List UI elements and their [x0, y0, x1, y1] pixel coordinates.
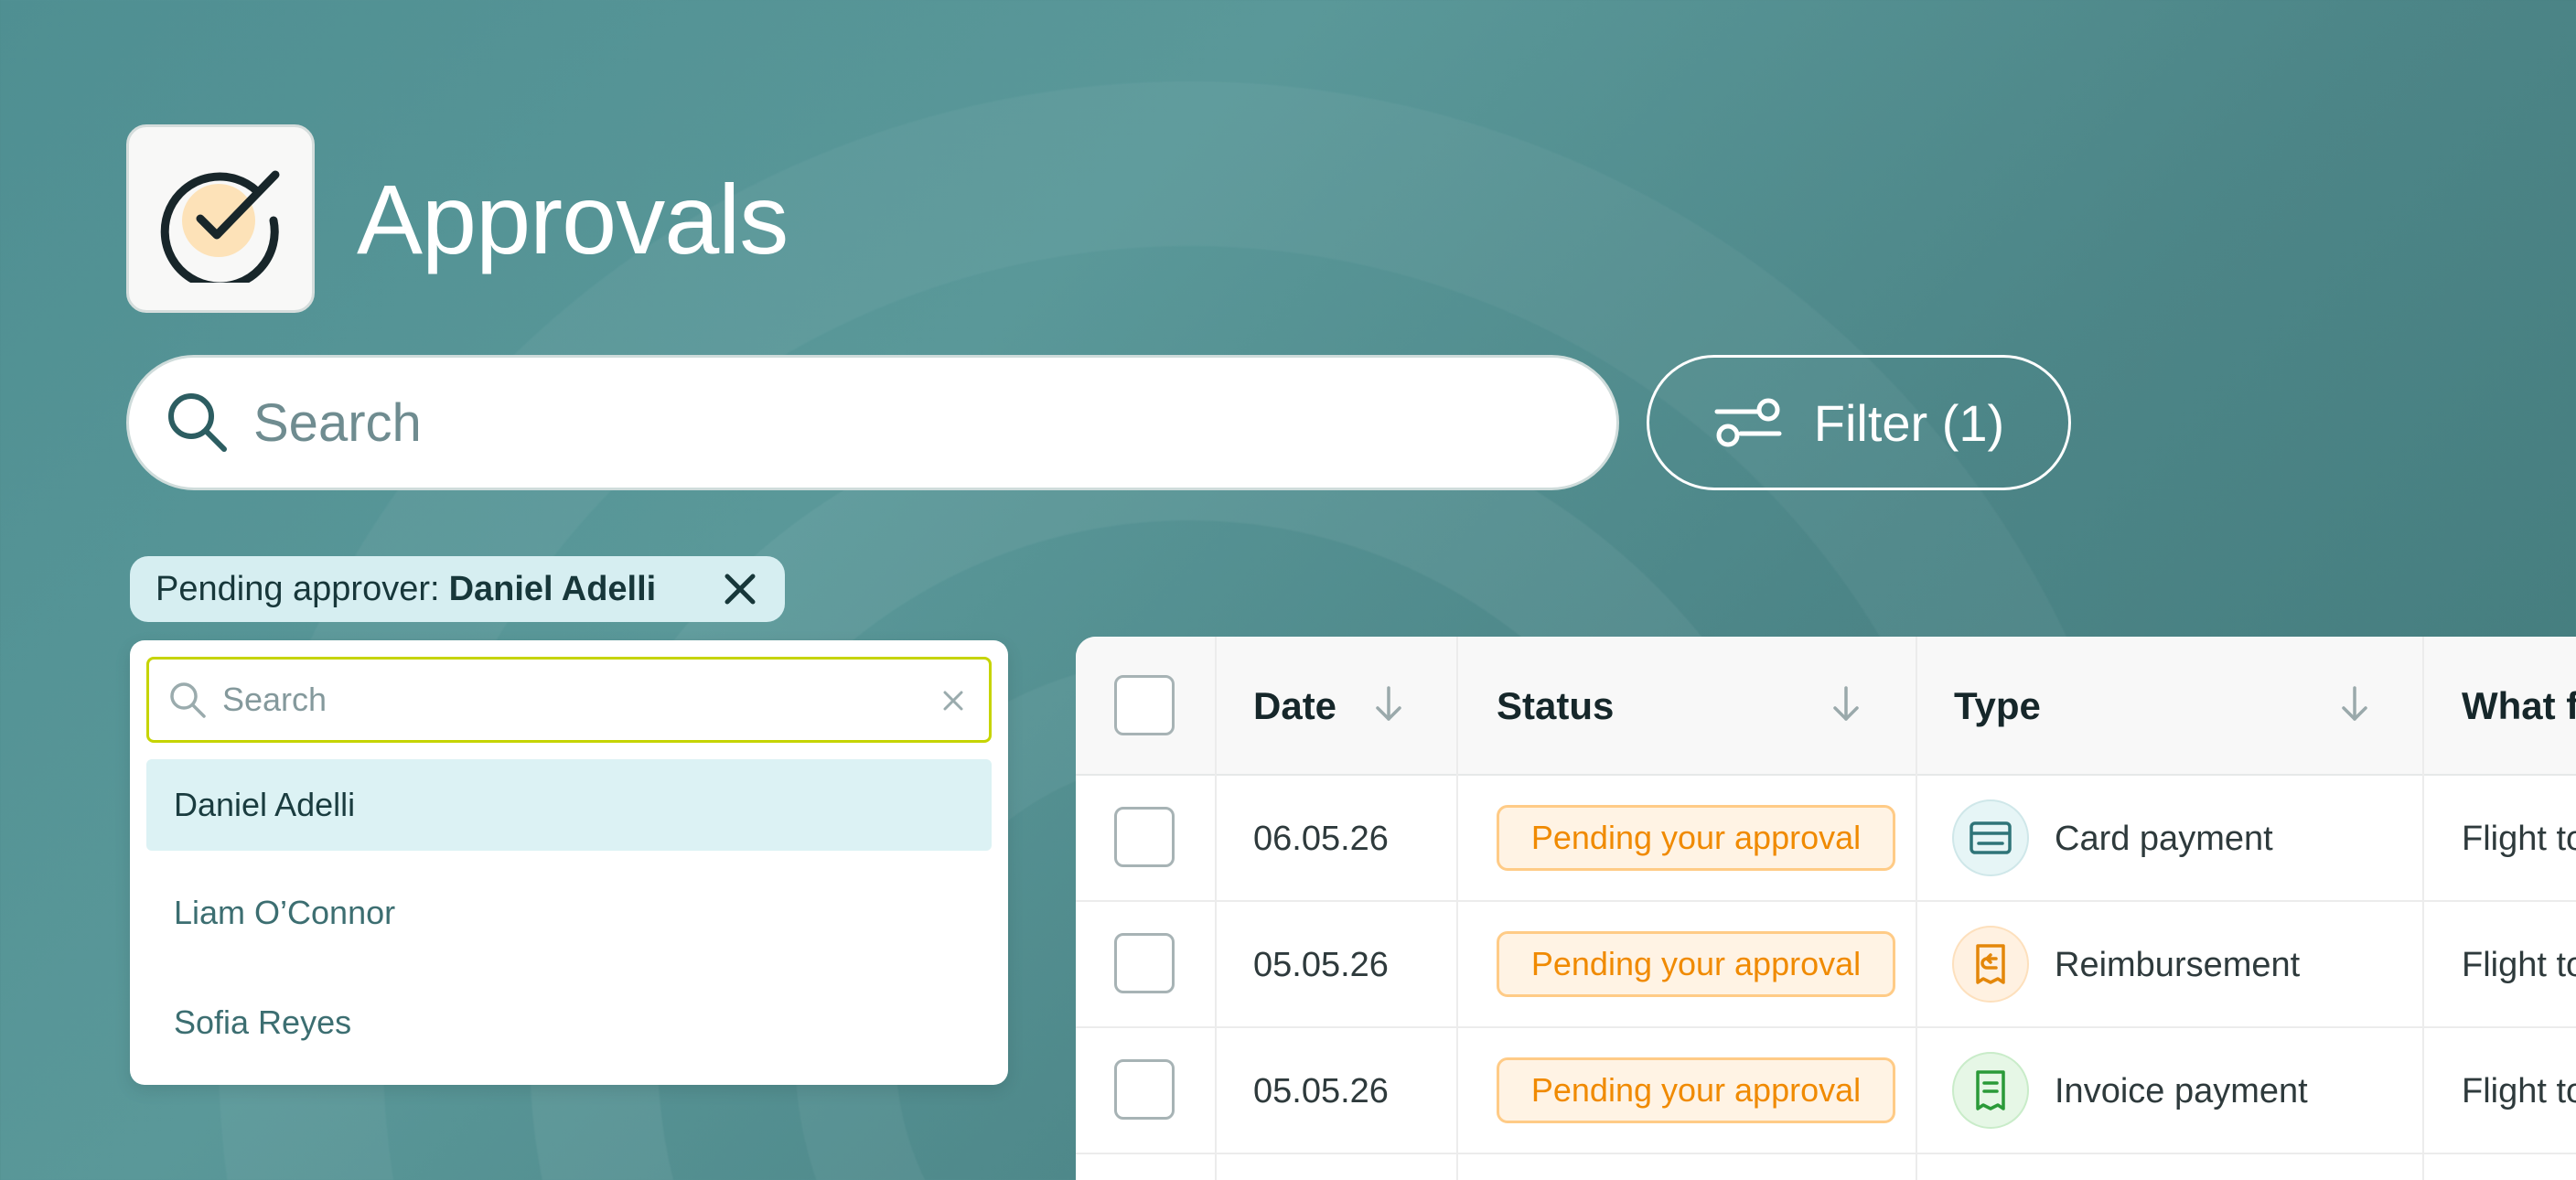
status-badge: Pending your approval — [1497, 805, 1895, 871]
row-type: Reimbursement — [2055, 946, 2301, 984]
clear-icon[interactable] — [939, 687, 967, 714]
row-what-for: Flight to — [2462, 820, 2576, 858]
sort-arrow-icon[interactable] — [2336, 684, 2373, 724]
row-checkbox[interactable] — [1114, 933, 1175, 993]
dropdown-option-label: Liam O’Connor — [174, 894, 396, 931]
row-type: Invoice payment — [2055, 1072, 2308, 1110]
column-divider — [2422, 637, 2424, 1180]
sort-arrow-icon[interactable] — [1828, 684, 1864, 724]
chip-value: Daniel Adelli — [448, 569, 657, 608]
row-date: 06.05.26 — [1253, 820, 1389, 858]
column-divider — [1916, 637, 1917, 1180]
invoice-icon — [1952, 1052, 2029, 1129]
row-checkbox[interactable] — [1114, 1059, 1175, 1120]
select-all-checkbox[interactable] — [1114, 675, 1175, 735]
row-date: 05.05.26 — [1253, 1072, 1389, 1110]
dropdown-option-liam-oconnor[interactable]: Liam O’Connor — [146, 867, 992, 959]
row-what-for: Flight to — [2462, 946, 2576, 984]
approvals-app-icon — [126, 124, 315, 313]
dropdown-option-label: Sofia Reyes — [174, 1003, 352, 1041]
approvals-table: Date Status Type What f 06.05.26 Pending… — [1076, 637, 2576, 1180]
search-placeholder: Search — [253, 392, 422, 453]
filter-button-label: Filter (1) — [1813, 393, 2005, 452]
row-what-for: Flight to — [2462, 1072, 2576, 1110]
dropdown-option-label: Daniel Adelli — [174, 786, 356, 823]
receipt-return-icon — [1952, 926, 2029, 1003]
approver-dropdown: Search Daniel Adelli Liam O’Connor Sofia… — [130, 640, 1008, 1085]
column-header-date[interactable]: Date — [1253, 684, 1336, 728]
row-divider — [1076, 900, 2576, 902]
search-icon — [167, 680, 208, 720]
chip-label: Pending approver: — [156, 569, 440, 608]
row-divider — [1076, 1153, 2576, 1154]
card-icon — [1952, 799, 2029, 876]
dropdown-option-sofia-reyes[interactable]: Sofia Reyes — [146, 977, 992, 1068]
dropdown-search-input[interactable]: Search — [146, 657, 992, 743]
row-type: Card payment — [2055, 820, 2273, 858]
sliders-icon — [1713, 395, 1783, 450]
close-icon[interactable] — [723, 572, 757, 606]
row-checkbox[interactable] — [1114, 807, 1175, 867]
active-filter-chip[interactable]: Pending approver: Daniel Adelli — [130, 556, 785, 622]
check-circle-icon — [160, 170, 280, 283]
sort-arrow-icon[interactable] — [1370, 684, 1407, 724]
page-title: Approvals — [357, 164, 789, 274]
column-divider — [1215, 637, 1217, 1180]
dropdown-option-daniel-adelli[interactable]: Daniel Adelli — [146, 759, 992, 851]
column-header-type[interactable]: Type — [1954, 684, 2041, 728]
status-badge: Pending your approval — [1497, 1057, 1895, 1123]
column-divider — [1456, 637, 1458, 1180]
row-divider — [1076, 1026, 2576, 1028]
filter-button[interactable]: Filter (1) — [1647, 355, 2071, 490]
search-input[interactable]: Search — [126, 355, 1619, 490]
status-badge: Pending your approval — [1497, 931, 1895, 997]
column-header-what-for[interactable]: What f — [2462, 684, 2576, 728]
dropdown-search-placeholder: Search — [222, 681, 327, 718]
column-header-status[interactable]: Status — [1497, 684, 1614, 728]
row-date: 05.05.26 — [1253, 946, 1389, 984]
search-icon — [164, 389, 231, 456]
